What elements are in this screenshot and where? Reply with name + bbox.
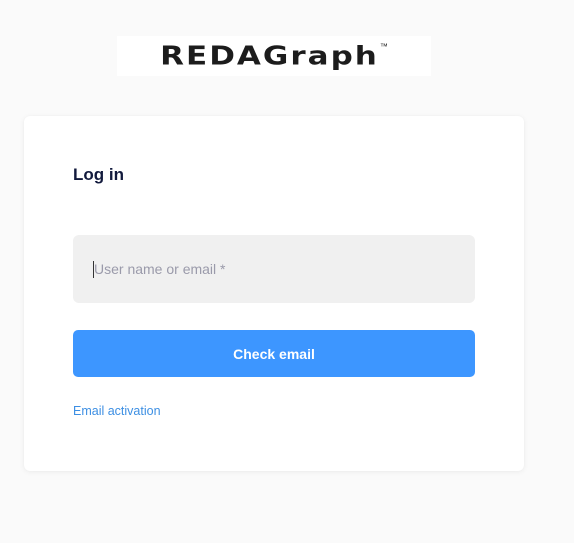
email-activation-link[interactable]: Email activation [73,404,161,418]
logo-wordmark: REDAGraph [160,40,379,71]
logo-trademark: ™ [379,41,388,51]
login-card: Log in User name or email * Check email … [24,116,524,471]
username-email-field[interactable]: User name or email * [73,235,475,303]
check-email-button[interactable]: Check email [73,330,475,377]
page-title: Log in [73,165,124,184]
login-page: REDAGraph ™ Log in User name or email * C… [0,0,574,543]
brand-logo: REDAGraph ™ [117,36,431,76]
username-placeholder: User name or email * [94,261,226,277]
